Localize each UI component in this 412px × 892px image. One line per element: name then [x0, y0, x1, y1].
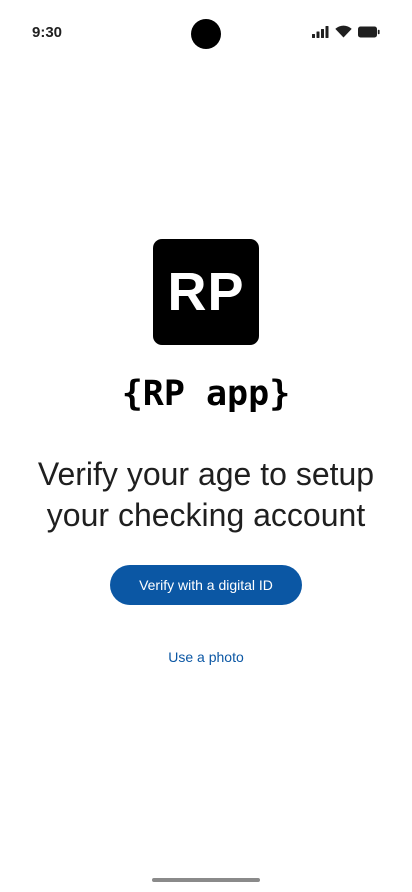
wifi-icon — [335, 25, 352, 38]
status-bar: 9:30 — [0, 0, 412, 66]
camera-cutout — [191, 19, 221, 49]
battery-icon — [358, 26, 380, 38]
page-headline: Verify your age to setup your checking a… — [37, 456, 375, 533]
app-logo: RP — [153, 239, 259, 345]
home-indicator[interactable] — [152, 878, 260, 882]
app-logo-text: RP — [167, 262, 245, 322]
status-time: 9:30 — [32, 24, 63, 41]
verify-digital-id-button[interactable]: Verify with a digital ID — [110, 565, 302, 605]
use-photo-link[interactable]: Use a photo — [146, 645, 266, 669]
status-icons — [312, 25, 380, 38]
verify-digital-id-button-label: Verify with a digital ID — [139, 577, 273, 593]
app-name: {RP app} — [121, 374, 291, 414]
signal-icon — [312, 25, 329, 38]
